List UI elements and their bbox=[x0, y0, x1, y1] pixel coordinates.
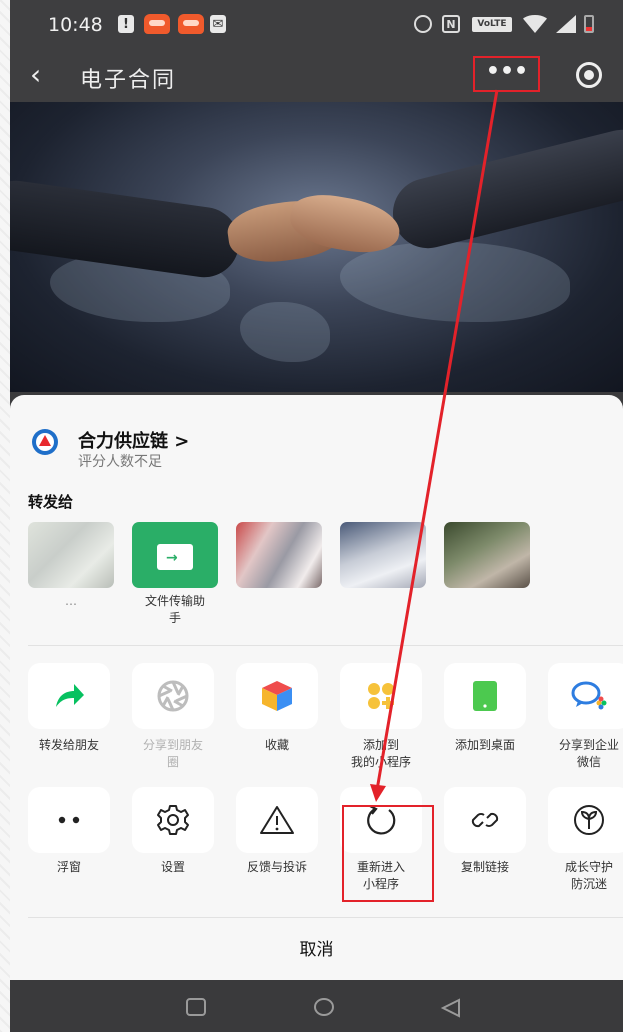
contact-avatar-3[interactable] bbox=[236, 522, 322, 588]
action-label: 复制链接 bbox=[460, 860, 509, 874]
warning-icon bbox=[260, 806, 294, 834]
my-miniprogram-icon bbox=[368, 683, 394, 709]
share-arrow-icon bbox=[56, 684, 84, 707]
contact-avatar-5[interactable] bbox=[444, 522, 530, 588]
folder-transfer-icon: → bbox=[157, 544, 193, 570]
chevron-left-icon[interactable]: ‹ bbox=[30, 60, 41, 90]
action-label: 转发给朋友 bbox=[38, 738, 99, 752]
action-label: 添加到 我的小程序 bbox=[350, 738, 411, 769]
status-time: 10:48 bbox=[48, 14, 103, 36]
page-title: 电子合同 bbox=[80, 68, 177, 93]
action-label: 设置 bbox=[160, 860, 185, 874]
app-notification-icon bbox=[144, 14, 170, 34]
divider bbox=[28, 645, 623, 646]
contact-avatar-4[interactable] bbox=[340, 522, 426, 588]
contact-avatar-1[interactable] bbox=[28, 522, 114, 588]
contact-label-1: … bbox=[65, 594, 77, 608]
feedback-complaint-button[interactable] bbox=[236, 787, 318, 853]
growth-guard-button[interactable] bbox=[548, 787, 623, 853]
phone-frame: 10:48 ! ✉ N VoLTE ‹ 电子合同 ••• 合力供应链 > 评分人… bbox=[10, 0, 623, 1032]
action-label: 浮窗 bbox=[56, 860, 81, 874]
status-bar: 10:48 ! ✉ N VoLTE bbox=[10, 0, 623, 52]
divider bbox=[28, 917, 623, 918]
action-label: 反馈与投诉 bbox=[246, 860, 307, 874]
settings-button[interactable] bbox=[132, 787, 214, 853]
cancel-button[interactable]: 取消 bbox=[10, 928, 623, 973]
nfc-icon: N bbox=[442, 14, 460, 34]
float-window-icon bbox=[58, 816, 80, 824]
nav-bar: ‹ 电子合同 ••• bbox=[10, 52, 623, 102]
mail-notification-icon: ✉ bbox=[210, 14, 226, 34]
battery-icon bbox=[584, 14, 594, 34]
share-to-title: 转发给 bbox=[28, 493, 74, 511]
recent-apps-icon[interactable] bbox=[186, 998, 206, 1016]
target-close-icon[interactable] bbox=[576, 62, 602, 88]
signal-icon bbox=[556, 14, 576, 34]
home-icon[interactable] bbox=[314, 998, 334, 1016]
wecom-icon bbox=[571, 681, 607, 710]
share-action-sheet: 合力供应链 > 评分人数不足 转发给 … → 文件传输助 手 转发给朋友 分享到… bbox=[10, 395, 623, 980]
miniapp-logo-icon bbox=[32, 429, 58, 455]
favorite-button[interactable] bbox=[236, 663, 318, 729]
float-window-button[interactable] bbox=[28, 787, 110, 853]
add-to-desktop-button[interactable] bbox=[444, 663, 526, 729]
moments-shutter-icon bbox=[157, 680, 189, 712]
world-map-shape bbox=[340, 242, 570, 322]
action-label: 成长守护 防沉迷 bbox=[564, 860, 613, 891]
screen: 10:48 ! ✉ N VoLTE ‹ 电子合同 ••• 合力供应链 > 评分人… bbox=[0, 0, 623, 1032]
app-notification-icon-2 bbox=[178, 14, 204, 34]
contact-label-file-transfer: 文件传输助 手 bbox=[144, 594, 205, 625]
action-label-disabled: 分享到朋友 圈 bbox=[142, 738, 203, 769]
action-label: 收藏 bbox=[264, 738, 289, 752]
add-to-my-miniprogram-button[interactable] bbox=[340, 663, 422, 729]
notification-alert-icon: ! bbox=[118, 14, 134, 34]
back-triangle-icon[interactable] bbox=[440, 998, 462, 1018]
annotation-highlight-reenter bbox=[342, 805, 434, 902]
annotation-highlight-more bbox=[473, 56, 540, 92]
alarm-clock-icon bbox=[414, 14, 432, 34]
share-to-moments-button[interactable] bbox=[132, 663, 214, 729]
world-map-shape bbox=[240, 302, 330, 362]
add-desktop-icon bbox=[473, 681, 497, 711]
wifi-icon bbox=[520, 14, 550, 34]
volte-icon: VoLTE bbox=[472, 14, 512, 34]
forward-to-friend-button[interactable] bbox=[28, 663, 110, 729]
system-nav-bar bbox=[10, 980, 623, 1032]
gear-icon bbox=[157, 805, 189, 835]
miniapp-rating: 评分人数不足 bbox=[78, 454, 162, 470]
right-sleeve bbox=[385, 122, 623, 256]
handshake-banner-image bbox=[10, 102, 623, 392]
share-to-wecom-button[interactable] bbox=[548, 663, 623, 729]
link-icon bbox=[471, 812, 499, 828]
contact-file-transfer[interactable]: → bbox=[132, 522, 218, 588]
miniapp-name-link[interactable]: 合力供应链 > bbox=[78, 427, 189, 453]
left-sleeve bbox=[10, 176, 244, 282]
action-label: 添加到桌面 bbox=[454, 738, 515, 752]
favorite-cube-icon bbox=[262, 681, 292, 711]
action-label: 分享到企业 微信 bbox=[558, 738, 619, 769]
copy-link-button[interactable] bbox=[444, 787, 526, 853]
sprout-icon bbox=[574, 805, 604, 835]
